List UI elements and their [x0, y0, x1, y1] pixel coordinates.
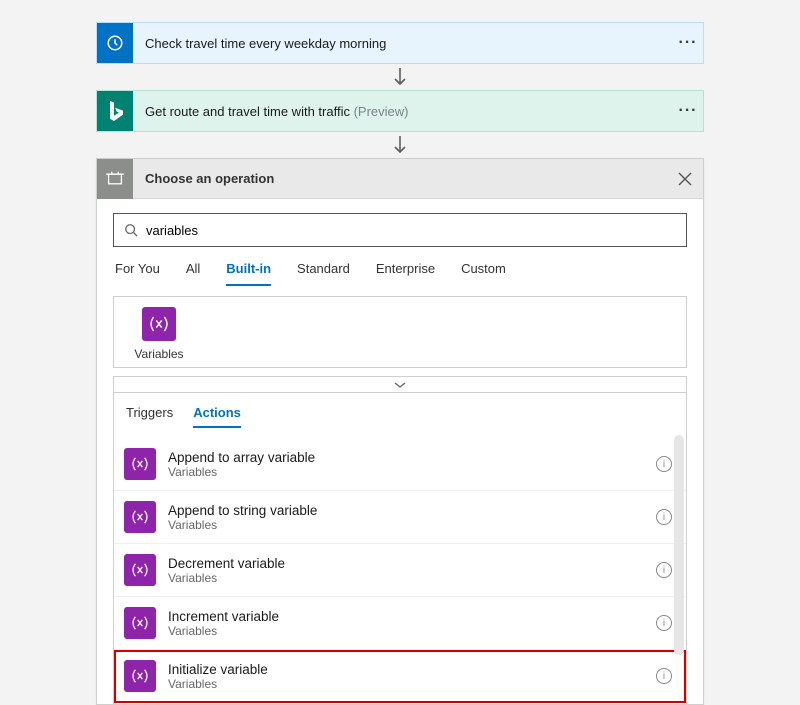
panel-header: Choose an operation [97, 159, 703, 199]
action-title: Decrement variable [168, 556, 644, 571]
variables-icon [124, 501, 156, 533]
arrow-down-icon [393, 64, 407, 90]
sub-tabs: Triggers Actions [114, 405, 686, 438]
action-increment[interactable]: Increment variableVariables i [114, 597, 686, 650]
action-initialize[interactable]: Initialize variableVariables i [114, 650, 686, 703]
tab-triggers[interactable]: Triggers [126, 405, 173, 428]
bing-icon [97, 91, 133, 131]
tab-custom[interactable]: Custom [461, 261, 506, 286]
tab-standard[interactable]: Standard [297, 261, 350, 286]
arrow-down-icon [393, 132, 407, 158]
variables-icon [124, 554, 156, 586]
variables-icon [124, 448, 156, 480]
action-subtitle: Variables [168, 571, 644, 585]
close-button[interactable] [667, 161, 703, 197]
search-field[interactable] [113, 213, 687, 247]
chevron-down-icon [394, 381, 406, 389]
ellipsis-icon[interactable]: ··· [673, 96, 703, 126]
step-title: Check travel time every weekday morning [133, 36, 673, 51]
tab-actions[interactable]: Actions [193, 405, 241, 428]
action-subtitle: Variables [168, 518, 644, 532]
info-icon[interactable]: i [656, 562, 672, 578]
preview-label: (Preview) [354, 104, 409, 119]
action-append-string[interactable]: Append to string variableVariables i [114, 491, 686, 544]
tab-enterprise[interactable]: Enterprise [376, 261, 435, 286]
connector-label: Variables [134, 347, 183, 361]
search-icon [124, 223, 138, 237]
variables-icon [142, 307, 176, 341]
actions-list-area: Triggers Actions Append to array variabl… [113, 392, 687, 704]
tab-all[interactable]: All [186, 261, 200, 286]
action-title: Increment variable [168, 609, 644, 624]
action-subtitle: Variables [168, 465, 644, 479]
connector-variables[interactable]: Variables [124, 307, 194, 361]
info-icon[interactable]: i [656, 668, 672, 684]
connectors-grid: Variables [113, 296, 687, 368]
action-set[interactable]: Set variableVariables i [114, 703, 686, 704]
action-decrement[interactable]: Decrement variableVariables i [114, 544, 686, 597]
flow-step-recurrence[interactable]: Check travel time every weekday morning … [96, 22, 704, 64]
step-title: Get route and travel time with traffic (… [133, 104, 673, 119]
clock-icon [97, 23, 133, 63]
variables-icon [124, 607, 156, 639]
action-title: Append to string variable [168, 503, 644, 518]
flow-step-bing-maps[interactable]: Get route and travel time with traffic (… [96, 90, 704, 132]
info-icon[interactable]: i [656, 615, 672, 631]
tab-built-in[interactable]: Built-in [226, 261, 271, 286]
info-icon[interactable]: i [656, 456, 672, 472]
action-subtitle: Variables [168, 677, 644, 691]
info-icon[interactable]: i [656, 509, 672, 525]
operation-icon [97, 159, 133, 199]
action-subtitle: Variables [168, 624, 644, 638]
collapse-bar[interactable] [113, 376, 687, 392]
ellipsis-icon[interactable]: ··· [673, 28, 703, 58]
actions-list: Append to array variableVariables i Appe… [114, 438, 686, 704]
search-input[interactable] [138, 223, 676, 238]
action-title: Initialize variable [168, 662, 644, 677]
panel-title: Choose an operation [133, 171, 667, 186]
tab-for-you[interactable]: For You [115, 261, 160, 286]
scrollbar[interactable] [674, 435, 684, 655]
variables-icon [124, 660, 156, 692]
category-tabs: For You All Built-in Standard Enterprise… [97, 257, 703, 286]
action-title: Append to array variable [168, 450, 644, 465]
action-append-array[interactable]: Append to array variableVariables i [114, 438, 686, 491]
choose-operation-panel: Choose an operation For You All Built-in… [96, 158, 704, 705]
